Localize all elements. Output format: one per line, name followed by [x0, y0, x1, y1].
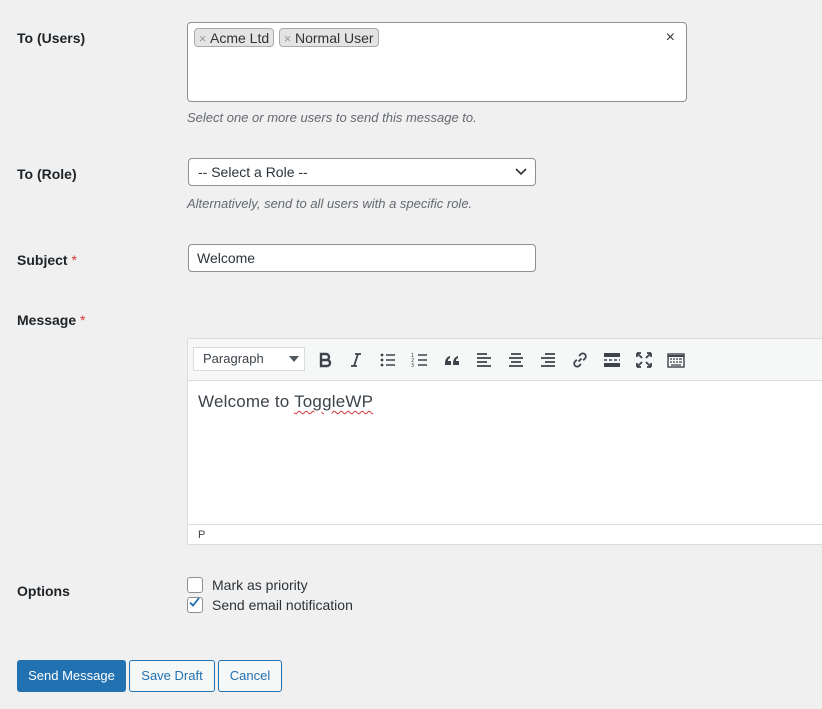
send-message-button[interactable]: Send Message: [17, 660, 126, 692]
user-tag-label: Acme Ltd: [210, 30, 270, 46]
link-icon[interactable]: [569, 349, 591, 371]
users-multiselect[interactable]: × Acme Ltd × Normal User ×: [187, 22, 687, 102]
user-tag-acme: × Acme Ltd: [194, 28, 274, 47]
checkmark-icon: [189, 597, 200, 607]
message-label: Message *: [17, 312, 86, 328]
priority-checkbox[interactable]: [187, 577, 203, 593]
options-label: Options: [17, 583, 70, 599]
subject-input[interactable]: Welcome: [188, 244, 536, 272]
bold-icon[interactable]: [314, 349, 336, 371]
role-selected-value: -- Select a Role --: [198, 164, 308, 180]
subject-label-text: Subject: [17, 252, 68, 268]
clear-all-icon[interactable]: ×: [666, 29, 675, 47]
subject-label: Subject *: [17, 252, 77, 268]
remove-tag-icon[interactable]: ×: [280, 29, 295, 48]
italic-icon[interactable]: [345, 349, 367, 371]
priority-label: Mark as priority: [212, 577, 308, 593]
role-label: To (Role): [17, 166, 77, 182]
read-more-icon[interactable]: [601, 349, 623, 371]
align-left-icon[interactable]: [473, 349, 495, 371]
editor-toolbar: Paragraph 123: [188, 339, 822, 381]
align-right-icon[interactable]: [537, 349, 559, 371]
user-tag-label: Normal User: [295, 30, 374, 46]
editor-text: Welcome to: [198, 392, 295, 411]
toolbar-toggle-icon[interactable]: [665, 349, 687, 371]
fullscreen-icon[interactable]: [633, 349, 655, 371]
email-label: Send email notification: [212, 597, 353, 613]
email-option[interactable]: Send email notification: [187, 597, 353, 613]
bulleted-list-icon[interactable]: [377, 349, 399, 371]
role-description: Alternatively, send to all users with a …: [187, 196, 473, 211]
user-tag-normal-user: × Normal User: [279, 28, 379, 47]
priority-option[interactable]: Mark as priority: [187, 577, 308, 593]
misspelled-word: ToggleWP: [294, 392, 374, 411]
numbered-list-icon[interactable]: 123: [409, 349, 431, 371]
role-select[interactable]: -- Select a Role --: [188, 158, 536, 186]
message-label-text: Message: [17, 312, 77, 328]
caret-down-icon: [289, 356, 299, 362]
align-center-icon[interactable]: [505, 349, 527, 371]
save-draft-button[interactable]: Save Draft: [129, 660, 215, 692]
users-description: Select one or more users to send this me…: [187, 110, 477, 125]
blockquote-icon[interactable]: [441, 349, 463, 371]
format-selected-value: Paragraph: [203, 351, 264, 366]
message-editor: Paragraph 123 Welcome to ToggleWP P: [187, 338, 822, 545]
email-checkbox[interactable]: [187, 597, 203, 613]
editor-status-path: P: [188, 524, 822, 544]
users-label: To (Users): [17, 30, 86, 46]
chevron-down-icon: [515, 168, 527, 176]
editor-content[interactable]: Welcome to ToggleWP: [198, 392, 373, 412]
remove-tag-icon[interactable]: ×: [195, 29, 210, 48]
required-mark: *: [80, 312, 86, 328]
required-mark: *: [71, 252, 77, 268]
cancel-button[interactable]: Cancel: [218, 660, 282, 692]
svg-text:3: 3: [411, 363, 414, 369]
format-select[interactable]: Paragraph: [193, 347, 305, 371]
